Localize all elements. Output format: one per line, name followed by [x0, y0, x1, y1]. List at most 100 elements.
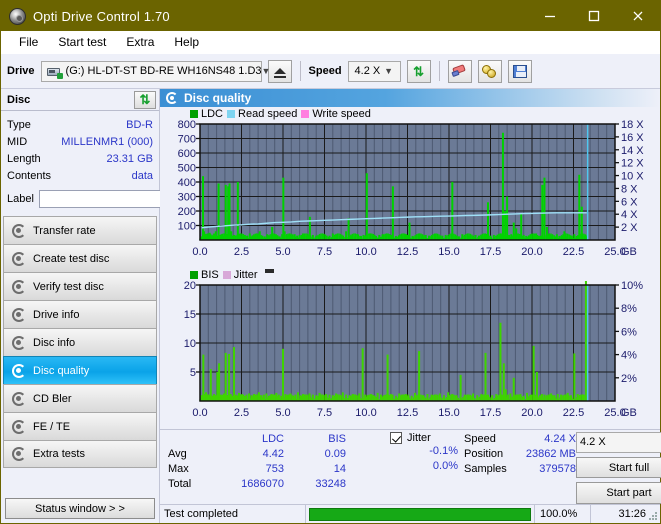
svg-text:700: 700 — [178, 134, 196, 146]
test-speed-select[interactable]: 4.2 X ▼ — [576, 432, 661, 453]
sidebar-item-cd-bler[interactable]: CD Bler — [3, 384, 157, 412]
svg-text:100: 100 — [178, 221, 196, 233]
coins-button[interactable] — [477, 59, 502, 83]
bis-chart-svg[interactable]: 5 10 15 20 2% 4% 6% 8% 10% 0.0 2.5 5.0 7.5 10.0 12.5 15… — [160, 281, 659, 429]
svg-text:10.0: 10.0 — [355, 246, 376, 258]
speed-select[interactable]: 4.2 X ▼ — [347, 60, 401, 82]
svg-text:22.5: 22.5 — [563, 407, 584, 419]
resize-grip-icon[interactable] — [648, 511, 658, 521]
menu-bar: File Start test Extra Help — [1, 31, 660, 54]
legend-entry-write-speed: Write speed — [301, 108, 371, 120]
disc-icon — [12, 307, 26, 322]
panel-header: Disc quality — [160, 89, 660, 107]
start-full-button[interactable]: Start full — [576, 456, 661, 479]
disc-quality-icon — [166, 92, 178, 104]
refresh-disc-button[interactable]: ⇅ — [134, 90, 156, 109]
main-body: Disc ⇅ Type BD-R MID MILLENMR1 (000) Len… — [1, 89, 661, 523]
svg-text:6 X: 6 X — [621, 196, 638, 208]
svg-text:200: 200 — [178, 206, 196, 218]
legend-swatch-jitter — [222, 270, 231, 279]
drive-toolbar: Drive (G:) HL-DT-ST BD-RE WH16NS48 1.D3 … — [1, 54, 660, 89]
svg-text:18 X: 18 X — [621, 120, 644, 131]
window-title: Opti Drive Control 1.70 — [33, 8, 170, 24]
action-buttons: 4.2 X ▼ Start full Start part — [576, 432, 661, 504]
ldc-legend: LDC Read speed Write speed — [160, 107, 660, 120]
disc-info-row-mid: MID MILLENMR1 (000) — [7, 133, 153, 150]
speed-label: Speed — [308, 65, 342, 77]
sidebar-item-create-test-disc[interactable]: Create test disc — [3, 244, 157, 272]
ldc-chart-svg[interactable]: 100 200 300 400 500 600 700 800 2 X4 X6 X8 X10 X… — [160, 120, 659, 268]
disc-section-header: Disc ⇅ — [1, 89, 159, 111]
sidebar-item-fe-te[interactable]: FE / TE — [3, 412, 157, 440]
jitter-checkbox[interactable] — [390, 432, 402, 444]
svg-text:22.5: 22.5 — [563, 246, 584, 258]
erase-button[interactable] — [447, 59, 472, 83]
disc-info-list: Type BD-R MID MILLENMR1 (000) Length 23.… — [1, 111, 243, 213]
sidebar-item-label: Disc quality — [33, 364, 90, 377]
svg-text:17.5: 17.5 — [480, 407, 501, 419]
sidebar-item-extra-tests[interactable]: Extra tests — [3, 440, 157, 468]
menu-item-file[interactable]: File — [9, 33, 48, 51]
svg-text:2%: 2% — [621, 373, 637, 385]
toolbar-divider-1 — [299, 61, 301, 81]
svg-text:7.5: 7.5 — [317, 246, 332, 258]
sidebar-item-disc-quality[interactable]: Disc quality — [3, 356, 157, 384]
svg-text:10 X: 10 X — [621, 171, 644, 183]
app-window: Opti Drive Control 1.70 File Start test … — [0, 0, 661, 524]
refresh-button[interactable]: ⇅ — [406, 59, 431, 83]
sidebar-item-label: Create test disc — [33, 252, 110, 265]
bis-legend: BIS Jitter — [160, 268, 660, 281]
status-window-button[interactable]: Status window > > — [5, 498, 155, 519]
stats-row-avg-key: Avg — [168, 448, 187, 460]
menu-item-start-test[interactable]: Start test — [48, 33, 116, 51]
stats-corner — [168, 432, 222, 447]
legend-label: BIS — [201, 268, 219, 281]
stats-panel: LDC BIS Avg 4.42 0.09 Max 753 14 Total 1… — [160, 429, 661, 504]
disc-icon — [12, 447, 26, 461]
svg-text:12.5: 12.5 — [397, 246, 418, 258]
stats-total-bis: 33248 — [315, 478, 346, 490]
disc-info-value: data — [131, 169, 153, 182]
stats-row-total-key: Total — [168, 478, 192, 490]
disc-info-value: 23.31 GB — [106, 152, 153, 165]
samples-key: Samples — [464, 463, 507, 475]
ldc-chart-area: LDC Read speed Write speed 100 200 300 400 5… — [160, 107, 660, 268]
legend-marker-dark — [264, 269, 274, 273]
menu-item-help[interactable]: Help — [164, 33, 209, 51]
svg-text:GB: GB — [621, 407, 637, 419]
close-icon[interactable] — [616, 1, 660, 31]
sidebar-item-transfer-rate[interactable]: Transfer rate — [3, 216, 157, 244]
speed-select-value: 4.2 X — [354, 65, 381, 77]
svg-text:600: 600 — [178, 148, 196, 160]
svg-text:2.5: 2.5 — [234, 246, 249, 258]
svg-text:400: 400 — [178, 177, 196, 189]
maximize-icon[interactable] — [572, 1, 616, 31]
speed-key: Speed — [464, 433, 496, 445]
test-speed-value: 4.2 X — [580, 436, 606, 449]
svg-text:4%: 4% — [621, 350, 637, 362]
legend-label: LDC — [201, 107, 224, 120]
eject-button[interactable] — [267, 59, 292, 83]
sidebar-item-drive-info[interactable]: Drive info — [3, 300, 157, 328]
bis-chart-area: BIS Jitter 5 10 15 20 2% 4% 6% 8% 10% 0.0 2.5 5.0 7.… — [160, 268, 660, 429]
save-button[interactable] — [507, 59, 532, 83]
sidebar-item-label: Verify test disc — [33, 280, 104, 293]
window-controls — [528, 1, 660, 31]
minimize-icon[interactable] — [528, 1, 572, 31]
disc-icon — [12, 251, 26, 266]
drive-select[interactable]: (G:) HL-DT-ST BD-RE WH16NS48 1.D3 ▼ — [40, 60, 270, 82]
menu-item-extra[interactable]: Extra — [116, 33, 164, 51]
jitter-checkbox-row[interactable]: Jitter — [390, 432, 464, 444]
start-part-button[interactable]: Start part — [576, 482, 661, 504]
legend-swatch-write-speed — [301, 109, 310, 118]
disc-info-key: Contents — [7, 169, 52, 182]
svg-text:14 X: 14 X — [621, 145, 644, 157]
speed-position-grid: Speed 4.24 X Position 23862 MB Samples 3… — [464, 432, 576, 477]
sidebar-item-verify-test-disc[interactable]: Verify test disc — [3, 272, 157, 300]
svg-text:12.5: 12.5 — [397, 407, 418, 419]
sidebar-item-disc-info[interactable]: Disc info — [3, 328, 157, 356]
progress-bar-wrap — [306, 505, 534, 523]
speed-value: 4.24 X — [544, 433, 576, 445]
position-value: 23862 MB — [525, 448, 576, 460]
svg-text:7.5: 7.5 — [317, 407, 332, 419]
